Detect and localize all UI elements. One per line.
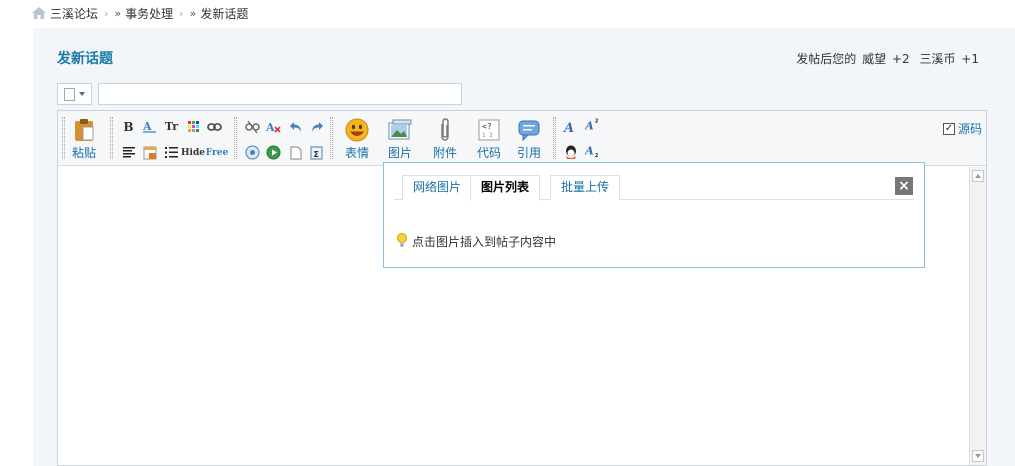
font-size-icon[interactable]: Tr <box>164 119 179 134</box>
reward-label-prestige: 威望 <box>862 52 887 66</box>
breadcrumb-affairs-link[interactable]: 事务处理 <box>125 5 173 22</box>
list-icon[interactable] <box>164 145 179 160</box>
smiley-icon <box>345 118 369 142</box>
popup-tabs: 网络图片 图片列表 批量上传 <box>394 175 914 201</box>
reward-value-prestige: +2 <box>891 52 910 66</box>
document-icon <box>64 87 75 101</box>
breadcrumb-separator: › <box>179 6 184 20</box>
popup-hint-text: 点击图片插入到帖子内容中 <box>412 235 557 249</box>
svg-text:A: A <box>585 118 594 132</box>
font-face-icon[interactable]: A <box>563 119 578 134</box>
editor-toolbar: 粘贴 B A Tr Hide Free A Σ 表情 图片 附件 <? 1 2 … <box>58 111 986 166</box>
tab-web-image[interactable]: 网络图片 <box>402 175 473 200</box>
reward-label-coins: 三溪币 <box>919 52 956 66</box>
formula-icon[interactable]: Σ <box>309 145 324 160</box>
svg-text:2: 2 <box>595 118 599 124</box>
attachment-button[interactable]: 附件 <box>433 118 457 161</box>
scroll-up-icon[interactable] <box>972 170 984 182</box>
svg-text:1 2: 1 2 <box>482 132 493 139</box>
video-icon[interactable] <box>266 145 281 160</box>
page-icon[interactable] <box>288 145 303 160</box>
breadcrumb-forum-link[interactable]: 三溪论坛 <box>50 5 98 22</box>
source-code-toggle[interactable]: ✓ 源码 <box>942 120 982 137</box>
toolbar-grip[interactable] <box>234 117 237 159</box>
picture-icon <box>388 118 412 142</box>
reward-prefix: 发帖后您的 <box>796 52 857 66</box>
svg-text:2: 2 <box>595 153 599 159</box>
breadcrumb-raquo: » <box>189 6 197 20</box>
clipboard-icon <box>72 118 96 142</box>
table-icon[interactable] <box>142 145 157 160</box>
svg-text:A: A <box>585 144 594 158</box>
speech-bubble-icon <box>517 118 541 142</box>
quote-button[interactable]: 引用 <box>517 118 541 161</box>
tab-image-list[interactable]: 图片列表 <box>470 175 541 201</box>
toolbar-grip[interactable] <box>553 117 556 159</box>
qq-icon[interactable] <box>563 145 578 160</box>
superscript-icon[interactable]: A2 <box>585 117 600 132</box>
align-left-icon[interactable] <box>121 145 136 160</box>
reward-value-coins: +1 <box>961 52 979 66</box>
link-icon[interactable] <box>207 119 222 134</box>
emoji-button[interactable]: 表情 <box>345 118 369 161</box>
code-icon: <? 1 2 <box>477 118 501 142</box>
breadcrumb-separator: › <box>104 6 109 20</box>
svg-text:<?: <? <box>482 122 492 131</box>
redo-icon[interactable] <box>309 119 324 134</box>
thread-type-select[interactable] <box>57 83 92 105</box>
toolbar-grip[interactable] <box>62 117 65 159</box>
scroll-down-icon[interactable] <box>972 450 984 462</box>
paperclip-icon <box>433 118 457 142</box>
subscript-icon[interactable]: A2 <box>585 144 600 159</box>
close-icon[interactable]: × <box>895 177 913 195</box>
breadcrumb: 三溪论坛 › » 事务处理 › » 发新话题 <box>32 4 248 22</box>
checkbox-checked-icon[interactable]: ✓ <box>942 122 955 135</box>
remove-format-icon[interactable]: A <box>266 119 281 134</box>
code-button[interactable]: <? 1 2 代码 <box>477 118 501 161</box>
image-button[interactable]: 图片 <box>388 118 412 161</box>
page-title: 发新话题 <box>57 51 113 67</box>
svg-text:Σ: Σ <box>314 150 319 159</box>
paste-button[interactable]: 粘贴 <box>72 118 96 161</box>
lightbulb-icon <box>396 233 408 250</box>
chevron-down-icon <box>79 92 85 96</box>
post-reward-info: 发帖后您的 威望 +2 三溪币 +1 <box>794 50 979 67</box>
font-color-icon[interactable]: A <box>142 119 157 134</box>
home-icon[interactable] <box>32 7 46 19</box>
bold-icon[interactable]: B <box>121 119 136 134</box>
undo-icon[interactable] <box>288 119 303 134</box>
music-icon[interactable] <box>245 145 260 160</box>
unlink-icon[interactable] <box>245 119 260 134</box>
free-content-icon[interactable]: Free <box>206 145 228 160</box>
toolbar-grip[interactable] <box>110 117 113 159</box>
breadcrumb-current: 发新话题 <box>200 6 249 21</box>
subject-input[interactable] <box>98 83 462 105</box>
svg-text:A: A <box>563 121 574 134</box>
hide-content-icon[interactable]: Hide <box>181 145 205 160</box>
svg-text:A: A <box>266 121 275 134</box>
toolbar-grip[interactable] <box>330 117 333 159</box>
breadcrumb-raquo: » <box>114 6 122 20</box>
popup-hint: 点击图片插入到帖子内容中 <box>396 233 556 250</box>
background-color-icon[interactable] <box>186 119 201 134</box>
image-insert-popup: 网络图片 图片列表 批量上传 × 点击图片插入到帖子内容中 <box>383 162 925 268</box>
tab-batch-upload[interactable]: 批量上传 <box>550 175 621 200</box>
editor-scrollbar[interactable] <box>969 167 986 465</box>
